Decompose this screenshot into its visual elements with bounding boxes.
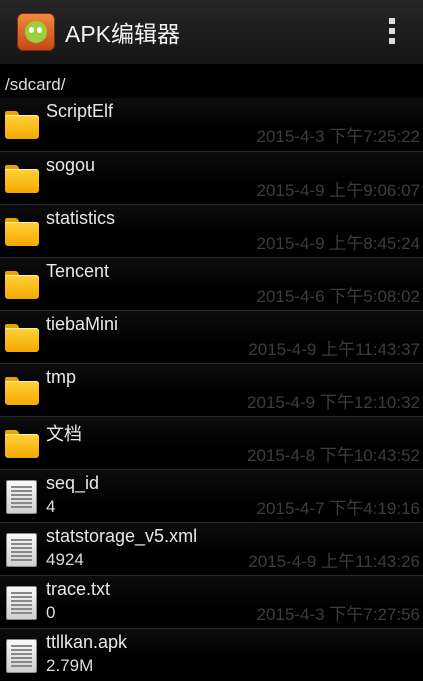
folder-icon	[5, 324, 39, 352]
file-icon	[6, 586, 37, 620]
file-icon	[6, 480, 37, 514]
item-name: 文档	[46, 424, 82, 444]
item-name: tmp	[46, 367, 77, 387]
item-date: 2015-4-9 下午12:10:32	[247, 393, 420, 412]
item-date: 2015-4-9 上午8:45:24	[256, 234, 421, 253]
file-list: ScriptElf 2015-4-3 下午7:25:22 sogou 2015-4-9…	[0, 98, 423, 681]
item-name: trace.txt	[46, 579, 111, 599]
item-date: 2015-4-3 下午7:25:22	[256, 127, 421, 146]
file-row[interactable]: ttllkan.apk 2.79M	[0, 628, 423, 681]
folder-icon	[5, 271, 39, 299]
folder-icon	[5, 165, 39, 193]
folder-row[interactable]: statistics 2015-4-9 上午8:45:24	[0, 204, 423, 257]
folder-icon	[5, 218, 39, 246]
folder-row[interactable]: sogou 2015-4-9 上午9:06:07	[0, 151, 423, 204]
folder-icon	[5, 377, 39, 405]
folder-row[interactable]: Tencent 2015-4-6 下午5:08:02	[0, 257, 423, 310]
file-icon	[6, 639, 37, 673]
app-logo-icon[interactable]	[17, 13, 55, 51]
folder-icon	[5, 430, 39, 458]
file-icon	[6, 533, 37, 567]
folder-row[interactable]: tiebaMini 2015-4-9 上午11:43:37	[0, 310, 423, 363]
item-size: 4	[46, 497, 56, 516]
item-date: 2015-4-7 下午4:19:16	[256, 499, 421, 518]
item-name: seq_id	[46, 473, 100, 493]
item-size: 2.79M	[46, 656, 94, 675]
item-size: 0	[46, 603, 56, 622]
folder-row[interactable]: tmp 2015-4-9 下午12:10:32	[0, 363, 423, 416]
item-name: statistics	[46, 208, 116, 228]
item-date: 2015-4-9 上午9:06:07	[256, 181, 421, 200]
item-date: 2015-4-3 下午7:27:56	[256, 605, 421, 624]
folder-row[interactable]: 文档 2015-4-8 下午10:43:52	[0, 416, 423, 469]
item-date: 2015-4-9 上午11:43:37	[248, 340, 420, 359]
file-row[interactable]: trace.txt 0 2015-4-3 下午7:27:56	[0, 575, 423, 628]
item-size: 4924	[46, 550, 84, 569]
item-name: ScriptElf	[46, 101, 114, 121]
item-name: statstorage_v5.xml	[46, 526, 198, 546]
folder-row[interactable]: ScriptElf 2015-4-3 下午7:25:22	[0, 98, 423, 151]
item-name: tiebaMini	[46, 314, 119, 334]
item-name: ttllkan.apk	[46, 632, 128, 652]
item-date: 2015-4-6 下午5:08:02	[256, 287, 421, 306]
action-bar: APK编辑器	[0, 0, 423, 64]
item-date: 2015-4-9 上午11:43:26	[248, 552, 420, 571]
item-name: sogou	[46, 155, 96, 175]
folder-icon	[5, 111, 39, 139]
item-date: 2015-4-8 下午10:43:52	[247, 446, 420, 465]
file-row[interactable]: statstorage_v5.xml 4924 2015-4-9 上午11:43:2…	[0, 522, 423, 575]
current-path: /sdcard/	[5, 75, 66, 94]
overflow-menu-icon[interactable]	[389, 18, 395, 48]
file-row[interactable]: seq_id 4 2015-4-7 下午4:19:16	[0, 469, 423, 522]
app-title: APK编辑器	[65, 21, 181, 47]
item-name: Tencent	[46, 261, 110, 281]
